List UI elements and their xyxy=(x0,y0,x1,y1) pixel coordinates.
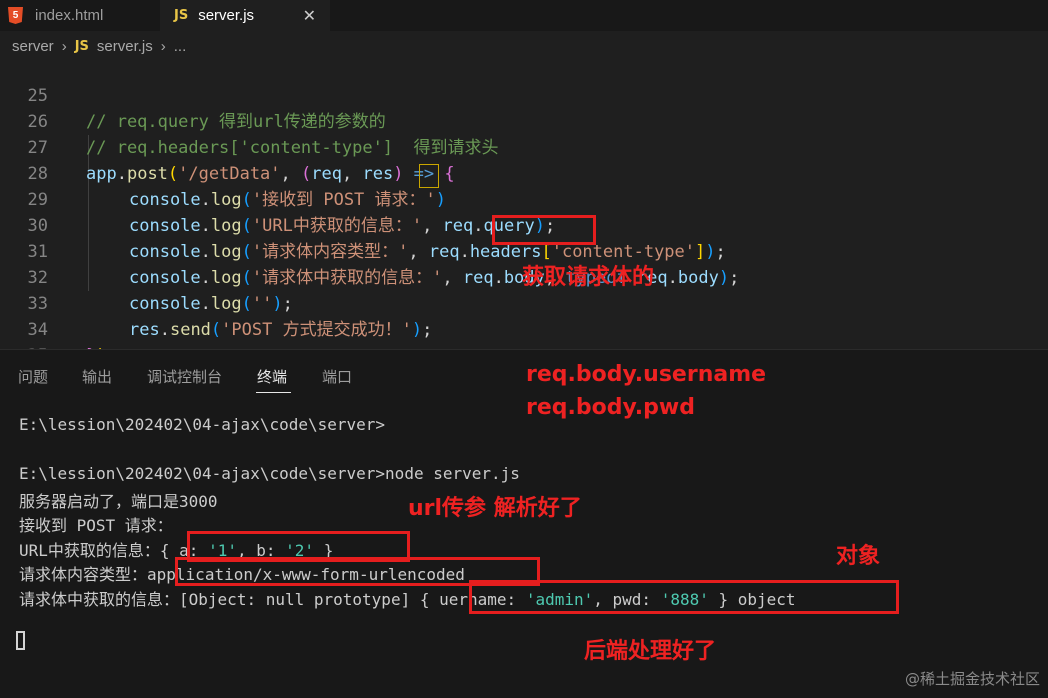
tab-debug-console[interactable]: 调试控制台 xyxy=(147,366,222,387)
code-text: console.log('接收到 POST 请求：') xyxy=(129,190,447,210)
code-line[interactable]: 31 console.log('请求体中获取的信息：', req.body, t… xyxy=(0,213,740,288)
terminal-body-proto: [Object: null prototype] xyxy=(179,590,411,609)
watermark: @稀土掘金技术社区 xyxy=(904,670,1040,688)
terminal-line: E:\lession\202402\04-ajax\code\server> xyxy=(19,415,386,434)
annotation-backend: 后端处理好了 xyxy=(584,639,717,664)
code-line[interactable]: 29 console.log('URL中获取的信息：', req.query); xyxy=(0,161,556,236)
annotation-pwd: req.body.pwd xyxy=(526,395,695,420)
annotation-object: 对象 xyxy=(836,544,881,569)
tab-ports[interactable]: 端口 xyxy=(322,366,352,387)
code-text: // req.query 得到url传递的参数的 xyxy=(86,112,386,132)
terminal-ctype-label: 请求体内容类型： xyxy=(19,565,148,584)
html5-icon: 5 xyxy=(8,7,23,24)
code-line[interactable]: 34 }); xyxy=(0,291,117,366)
code-line[interactable]: 35 xyxy=(0,317,48,366)
annotation-get-body: 获取请求体的 xyxy=(522,265,655,290)
highlight-req-body-box xyxy=(492,215,596,245)
highlight-colon-box xyxy=(419,164,439,188)
js-icon: JS xyxy=(174,8,189,23)
code-line[interactable]: 33 res.send('POST 方式提交成功！'); xyxy=(0,265,433,340)
tab-terminal[interactable]: 终端 xyxy=(257,366,287,387)
code-line[interactable]: 26 // req.headers['content-type'] 得到请求头 xyxy=(0,83,499,158)
code-text: res.send('POST 方式提交成功！'); xyxy=(129,320,433,340)
close-icon[interactable]: ✕ xyxy=(303,6,316,26)
terminal-url-label: URL中获取的信息： xyxy=(19,541,160,560)
chevron-right-icon: › xyxy=(160,37,166,55)
terminal-line: 接收到 POST 请求： xyxy=(19,516,173,535)
breadcrumb-folder[interactable]: server xyxy=(12,38,54,55)
code-line[interactable]: 25 // req.query 得到url传递的参数的 xyxy=(0,57,386,132)
tab-label: index.html xyxy=(35,7,104,24)
breadcrumb-more[interactable]: ... xyxy=(174,38,187,55)
annotation-url-param: url传参 解析好了 xyxy=(408,496,582,521)
highlight-body-box xyxy=(469,580,899,614)
terminal-line: 服务器启动了，端口是3000 xyxy=(19,492,218,511)
code-editor[interactable]: 25 // req.query 得到url传递的参数的 26 // req.he… xyxy=(0,57,1048,366)
terminal-body-label: 请求体中获取的信息： xyxy=(19,590,180,609)
tab-problems[interactable]: 问题 xyxy=(18,366,48,387)
tab-index-html[interactable]: 5 index.html xyxy=(0,0,160,31)
tab-server-js[interactable]: JS server.js ✕ xyxy=(160,0,330,31)
breadcrumb-file[interactable]: server.js xyxy=(97,38,153,55)
code-text: app.post('/getData', (req, res) => { xyxy=(86,164,455,184)
code-line[interactable]: 32 console.log(''); xyxy=(0,239,293,314)
js-icon: JS xyxy=(74,38,89,54)
terminal-line: E:\lession\202402\04-ajax\code\server>no… xyxy=(19,464,520,483)
tab-output[interactable]: 输出 xyxy=(82,366,112,387)
code-text: console.log(''); xyxy=(129,294,293,314)
editor-tab-bar: 5 index.html JS server.js ✕ xyxy=(0,0,1048,31)
code-line[interactable]: 30 console.log('请求体内容类型：', req.headers['… xyxy=(0,187,726,262)
terminal-cursor xyxy=(16,631,25,650)
code-text: // req.headers['content-type'] 得到请求头 xyxy=(86,138,499,158)
code-line[interactable]: 28 console.log('接收到 POST 请求：') xyxy=(0,135,447,210)
code-line[interactable]: 27 app.post('/getData', (req, res) => { xyxy=(0,109,455,184)
annotation-username: req.body.username xyxy=(526,362,767,387)
tab-label: server.js xyxy=(198,7,255,24)
active-tab-indicator xyxy=(256,392,291,393)
chevron-right-icon: › xyxy=(61,37,67,55)
